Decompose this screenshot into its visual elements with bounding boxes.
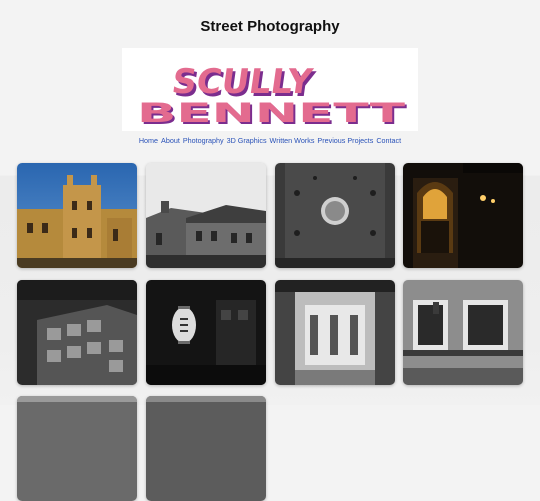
gallery-photo-10[interactable] xyxy=(146,396,266,501)
gallery-photo-castle-tower[interactable] xyxy=(17,163,137,268)
main-nav: Home About Photography 3D Graphics Writt… xyxy=(0,136,540,145)
nav-written-works[interactable]: Written Works xyxy=(270,136,315,145)
nav-3d-graphics[interactable]: 3D Graphics xyxy=(227,136,267,145)
nav-photography[interactable]: Photography xyxy=(183,136,224,145)
logo-graphic: SCULLY SCULLY BENNETT BENNETT xyxy=(137,62,408,131)
gallery-photo-lantern[interactable] xyxy=(146,280,266,385)
nav-previous-projects[interactable]: Previous Projects xyxy=(317,136,373,145)
gallery-photo-night-doorway[interactable] xyxy=(403,163,523,268)
page-title: Street Photography xyxy=(200,18,340,35)
gallery-photo-rooftops[interactable] xyxy=(146,163,266,268)
nav-about[interactable]: About xyxy=(161,136,180,145)
gallery-photo-metal-door[interactable] xyxy=(275,163,395,268)
gallery-photo-9[interactable] xyxy=(17,396,137,501)
nav-contact[interactable]: Contact xyxy=(376,136,401,145)
gallery-photo-building[interactable] xyxy=(17,280,137,385)
site-logo[interactable]: SCULLY SCULLY BENNETT BENNETT xyxy=(122,48,418,131)
logo-line1: SCULLY xyxy=(169,62,316,102)
gallery-photo-balcony[interactable] xyxy=(403,280,523,385)
nav-home[interactable]: Home xyxy=(139,136,158,145)
gallery-photo-shop-interior[interactable] xyxy=(275,280,395,385)
logo-line2: BENNETT xyxy=(137,98,406,129)
